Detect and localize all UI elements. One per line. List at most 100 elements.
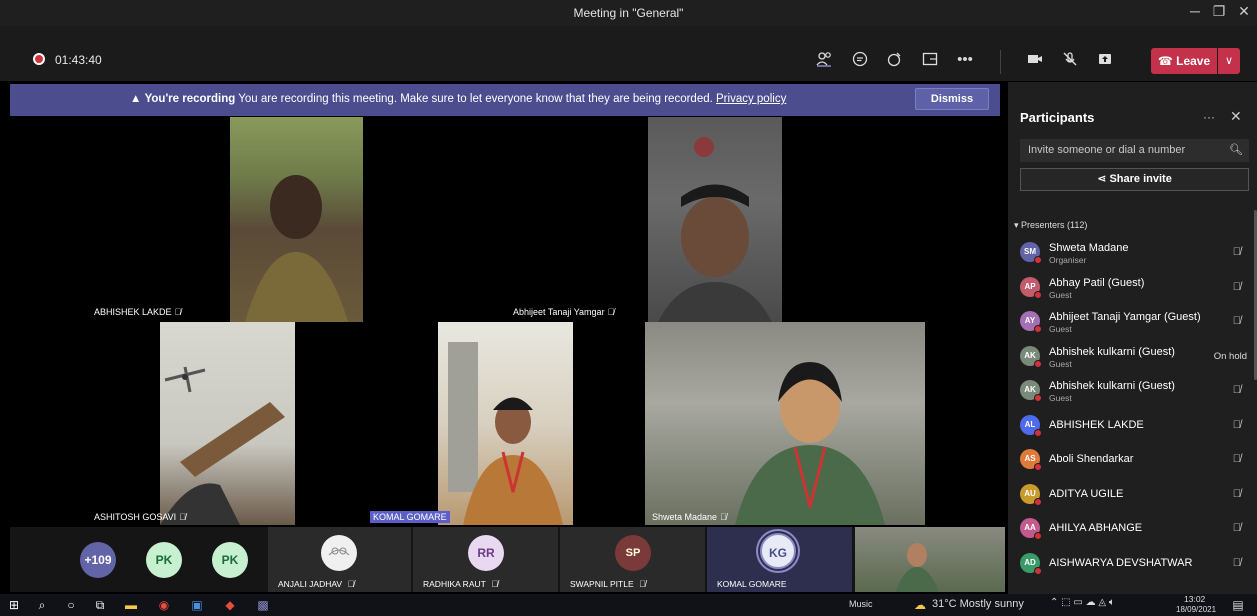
participant-row[interactable]: AA AHILYA ABHANGE 🎙̸ [1020, 511, 1249, 545]
video-tile-komal-gomare[interactable] [438, 322, 573, 525]
self-view-tile[interactable] [855, 527, 1005, 592]
dismiss-button[interactable]: Dismiss [915, 88, 989, 110]
reactions-icon[interactable] [883, 50, 907, 70]
participant-row[interactable]: AY Abhijeet Tanaji Yamgar (Guest) Guest 🎙̸ [1020, 304, 1249, 338]
clock-time[interactable]: 13:02 [1184, 594, 1205, 604]
participant-name: ABHISHEK LAKDE [1049, 418, 1144, 431]
participant-row[interactable]: AK Abhishek kulkarni (Guest) Guest On hold [1020, 339, 1249, 373]
mic-off-icon: 🎙̸ [1232, 280, 1241, 293]
active-speaker-label: KOMAL GOMARE [370, 511, 450, 523]
mic-off-icon: 🎙̸ [174, 307, 182, 317]
participant-row[interactable]: AL ABHISHEK LAKDE 🎙̸ [1020, 408, 1249, 442]
minimize-icon[interactable]: ─ [1184, 3, 1206, 19]
chevron-down-icon: ▾ [1014, 220, 1022, 230]
participant-role: Guest [1049, 393, 1072, 403]
share-icon: ⋖ [1097, 173, 1110, 185]
breakout-rooms-icon[interactable] [918, 50, 942, 70]
presenters-label: Presenters (112) [1021, 220, 1088, 230]
avatar: AA [1020, 518, 1042, 540]
participant-role: Guest [1049, 358, 1072, 369]
strip-tile-swapnil-pitle[interactable]: SP SWAPNIL PITLE 🎙̸ [560, 527, 705, 592]
teams-icon[interactable]: ▩ [254, 597, 272, 613]
notifications-icon[interactable]: ▤ [1230, 597, 1246, 613]
chat-icon[interactable] [848, 50, 872, 70]
video-tile-abhishek-lakde[interactable] [230, 117, 363, 322]
recording-indicator-icon [33, 53, 45, 65]
mic-off-icon: 🎙̸ [720, 512, 727, 522]
video-tile-shweta-madane[interactable] [645, 322, 925, 525]
mic-off-icon: 🎙̸ [488, 579, 499, 589]
strip-tile-radhika-raut[interactable]: RR RADHIKA RAUT 🎙̸ [413, 527, 558, 592]
mic-off-icon: 🎙̸ [1232, 384, 1241, 396]
more-options-icon[interactable]: ··· [1203, 110, 1215, 124]
weather-text[interactable]: 31°C Mostly sunny [932, 598, 1024, 610]
panel-title: Participants [1020, 110, 1095, 125]
camera-icon[interactable] [1023, 50, 1047, 70]
participant-name: AISHWARYA DEVSHATWAR [1049, 556, 1193, 569]
cortana-icon[interactable]: ○ [63, 597, 79, 613]
task-view-icon[interactable]: ⧉ [92, 597, 108, 613]
file-explorer-icon[interactable]: ▬ [122, 597, 140, 613]
meeting-timer: 01:43:40 [55, 53, 102, 67]
participant-name: Abhijeet Tanaji Yamgar (Guest) [1049, 311, 1201, 323]
presenters-section-header[interactable]: ▾ Presenters (112) [1014, 220, 1087, 231]
tile-name-label: KOMAL GOMARE [717, 579, 787, 589]
clock-date[interactable]: 18/09/2021 [1176, 605, 1216, 614]
mic-off-icon: 🎙̸ [1232, 315, 1241, 327]
share-screen-icon[interactable] [1093, 50, 1117, 70]
close-panel-icon[interactable]: ✕ [1230, 108, 1242, 125]
participant-row[interactable]: AK Abhishek kulkarni (Guest) Guest 🎙̸ [1020, 373, 1249, 407]
participants-icon[interactable] [812, 50, 836, 70]
mic-off-icon: 🎙̸ [1232, 487, 1241, 500]
participant-avatar[interactable]: PK [212, 542, 248, 578]
more-actions-icon[interactable]: ••• [953, 50, 977, 70]
video-tile-ashitosh-gosavi[interactable] [160, 322, 295, 525]
search-icon[interactable]: ⌕ [34, 597, 50, 613]
presence-status-icon [1034, 463, 1042, 471]
windows-taskbar: ⊞ ⌕ ○ ⧉ ▬ ◉ ▣ ◆ ▩ Music ☁ 31°C Mostly su… [0, 594, 1257, 616]
participant-row[interactable]: AD AISHWARYA DEVSHATWAR 🎙̸ [1020, 546, 1249, 580]
avatar [321, 535, 357, 571]
microphone-muted-icon[interactable] [1058, 50, 1082, 70]
search-icon: 🔍︎ [1229, 144, 1243, 156]
video-tile-abhijeet-yamgar[interactable] [648, 117, 782, 322]
participant-row[interactable]: AS Aboli Shendarkar 🎙̸ [1020, 442, 1249, 476]
warning-icon: ▲ [130, 93, 145, 105]
restore-icon[interactable]: ❐ [1208, 3, 1230, 20]
tile-name-label: SWAPNIL PITLE 🎙̸ [570, 579, 646, 589]
strip-tile-komal-gomare[interactable]: KG KOMAL GOMARE [707, 527, 852, 592]
invite-input[interactable]: Invite someone or dial a number 🔍︎ [1020, 139, 1249, 162]
more-participants-button[interactable]: +109 [80, 542, 116, 578]
presence-status-icon [1034, 290, 1042, 299]
participant-avatar[interactable]: PK [146, 542, 182, 578]
windows-start-icon[interactable]: ⊞ [6, 597, 22, 613]
participant-row[interactable]: SM Shweta Madane Organiser 🎙̸ [1020, 235, 1249, 269]
leave-button[interactable]: ☎ Leave [1151, 48, 1217, 74]
system-tray-icons[interactable]: ⌃ ⬚ ▭ ☁ ◬ 🔈︎ [1050, 597, 1115, 608]
privacy-policy-link[interactable]: Privacy policy [716, 93, 786, 105]
recording-banner: ▲ You're recording You are recording thi… [10, 84, 1000, 116]
recording-title: You're recording [144, 93, 236, 105]
chrome-icon[interactable]: ◉ [155, 597, 173, 613]
close-window-icon[interactable]: ✕ [1233, 3, 1255, 20]
avatar: AU [1020, 483, 1042, 506]
acrobat-icon[interactable]: ◆ [221, 597, 239, 613]
participant-name: AHILYA ABHANGE [1049, 522, 1143, 534]
participant-row[interactable]: AP Abhay Patil (Guest) Guest 🎙̸ [1020, 270, 1249, 304]
avatar: SP [615, 535, 651, 571]
avatar: SM [1020, 242, 1042, 264]
mic-off-icon: 🎙̸ [636, 579, 646, 589]
share-invite-button[interactable]: ⋖ Share invite [1020, 168, 1249, 191]
participant-name: ADITYA UGILE [1049, 487, 1124, 500]
whiteboard-icon[interactable]: ▣ [188, 597, 206, 613]
presence-status-icon [1034, 256, 1042, 264]
music-widget[interactable]: Music [849, 599, 873, 609]
avatar: AL [1020, 414, 1042, 437]
presence-status-icon [1034, 497, 1042, 506]
hang-up-icon: ☎ [1157, 54, 1177, 68]
strip-tile-anjali-jadhav[interactable]: ANJALI JADHAV 🎙̸ [268, 527, 411, 592]
participant-row[interactable]: AU ADITYA UGILE 🎙̸ [1020, 477, 1249, 511]
presence-status-icon [1034, 359, 1042, 368]
leave-options-chevron-icon[interactable]: ∨ [1218, 48, 1240, 74]
avatar: AY [1020, 311, 1042, 333]
